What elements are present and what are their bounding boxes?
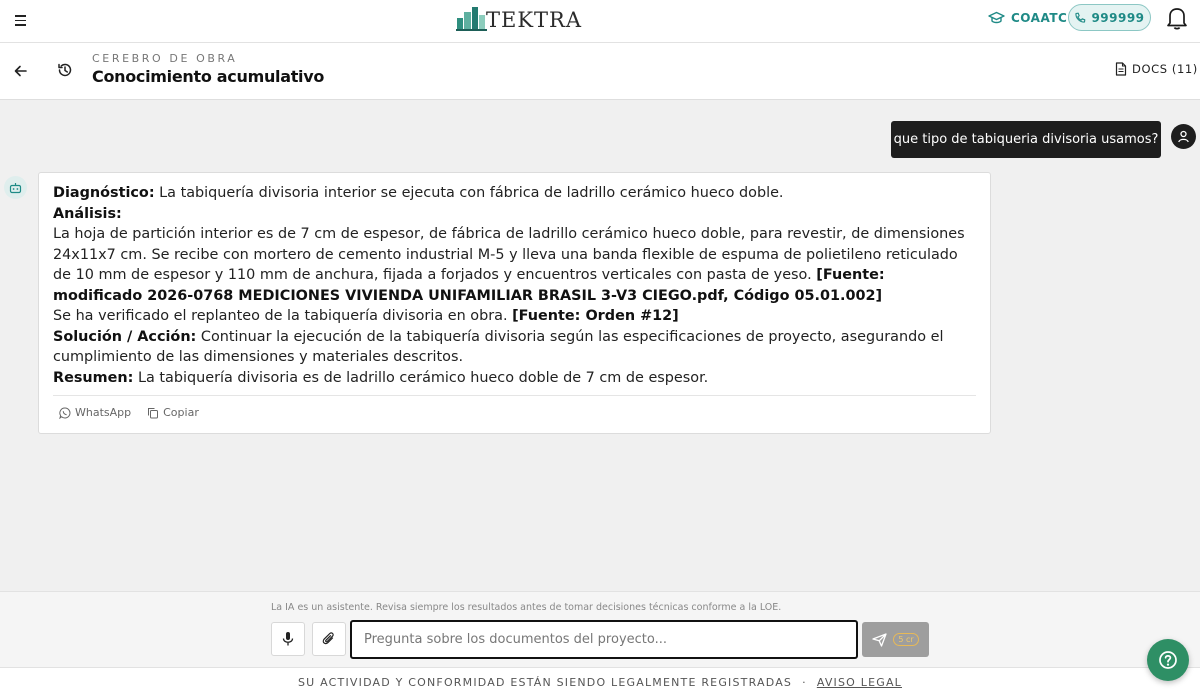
section-eyebrow: CEREBRO DE OBRA: [92, 52, 238, 65]
answer-divider: [53, 395, 976, 396]
verification-paragraph: Se ha verificado el replanteo de la tabi…: [53, 306, 978, 327]
page-header: CEREBRO DE OBRA Conocimiento acumulativo…: [0, 43, 1200, 100]
summary-paragraph: Resumen: La tabiquería divisoria es de l…: [53, 368, 978, 389]
answer-actions: WhatsApp Copiar: [59, 406, 199, 419]
analysis-heading: Análisis:: [53, 204, 978, 225]
analysis-label: Análisis:: [53, 205, 122, 222]
copy-button[interactable]: Copiar: [147, 406, 199, 419]
send-cost-badge: 5 cr: [893, 633, 919, 646]
top-bar: TEKTRA COAATC 999999: [0, 0, 1200, 43]
summary-label: Resumen:: [53, 369, 134, 386]
assistant-answer-card: Diagnóstico: La tabiquería divisoria int…: [38, 172, 991, 434]
tektra-logo-icon: [456, 7, 487, 31]
graduation-cap-icon: [988, 11, 1005, 24]
brand-name: TEKTRA: [486, 8, 583, 32]
microphone-icon: [282, 632, 294, 646]
document-icon: [1115, 62, 1127, 76]
copy-label: Copiar: [163, 406, 199, 419]
whatsapp-label: WhatsApp: [75, 406, 132, 419]
docs-button[interactable]: DOCS (11): [1115, 62, 1198, 76]
verification-text: Se ha verificado el replanteo de la tabi…: [53, 308, 513, 324]
help-icon: [1159, 651, 1177, 669]
notifications-button[interactable]: [1164, 5, 1190, 31]
whatsapp-share-button[interactable]: WhatsApp: [59, 406, 131, 419]
bell-icon: [1167, 8, 1187, 30]
phone-icon: [1075, 12, 1086, 23]
docs-label: DOCS (11): [1132, 62, 1198, 76]
user-icon: [1178, 130, 1189, 143]
voice-input-button[interactable]: [271, 622, 305, 656]
user-message-bubble: que tipo de tabiqueria divisoria usamos?: [891, 121, 1161, 158]
activity-notice: SU ACTIVIDAD Y CONFORMIDAD ESTÁN SIENDO …: [298, 676, 793, 689]
back-button[interactable]: [12, 62, 30, 80]
solution-label: Solución / Acción:: [53, 328, 197, 345]
menu-button[interactable]: [11, 12, 31, 30]
attach-file-button[interactable]: [312, 622, 346, 656]
history-icon: [58, 63, 72, 77]
organization-label: COAATC: [1011, 11, 1068, 25]
menu-icon: [15, 15, 26, 17]
avatar: [1171, 124, 1196, 149]
solution-paragraph: Solución / Acción: Continuar la ejecució…: [53, 327, 978, 368]
history-button[interactable]: [56, 61, 74, 79]
send-icon: [872, 632, 887, 647]
credits-pill[interactable]: 999999: [1068, 4, 1151, 31]
credits-value: 999999: [1091, 10, 1145, 25]
whatsapp-icon: [59, 406, 71, 419]
analysis-paragraph: La hoja de partición interior es de 7 cm…: [53, 224, 978, 306]
paperclip-icon: [322, 632, 334, 645]
summary-text: La tabiquería divisoria es de ladrillo c…: [133, 369, 709, 386]
chat-composer: La IA es un asistente. Revisa siempre lo…: [0, 591, 1200, 667]
question-input[interactable]: [350, 620, 858, 659]
assistant-avatar: [4, 176, 27, 199]
answer-body: Diagnóstico: La tabiquería divisoria int…: [53, 183, 978, 388]
verification-source: [Fuente: Orden #12]: [512, 308, 679, 324]
back-arrow-icon: [14, 65, 27, 77]
page-title: Conocimiento acumulativo: [92, 67, 325, 86]
legal-footer: SU ACTIVIDAD Y CONFORMIDAD ESTÁN SIENDO …: [0, 667, 1200, 697]
organization-link[interactable]: COAATC: [988, 8, 1067, 28]
user-message-text: que tipo de tabiqueria divisoria usamos?: [893, 132, 1159, 147]
legal-notice-link[interactable]: AVISO LEGAL: [817, 676, 902, 689]
robot-icon: [9, 182, 22, 193]
diagnosis-label: Diagnóstico:: [53, 185, 155, 201]
brand-logo[interactable]: TEKTRA: [456, 5, 581, 33]
diagnosis-text: La tabiquería divisoria interior se ejec…: [154, 185, 784, 201]
send-button[interactable]: 5 cr: [862, 622, 929, 657]
copy-icon: [148, 407, 159, 418]
help-button[interactable]: [1147, 639, 1189, 681]
footer-separator: ·: [802, 676, 807, 689]
diagnosis-paragraph: Diagnóstico: La tabiquería divisoria int…: [53, 183, 978, 204]
ai-disclaimer: La IA es un asistente. Revisa siempre lo…: [271, 602, 782, 613]
